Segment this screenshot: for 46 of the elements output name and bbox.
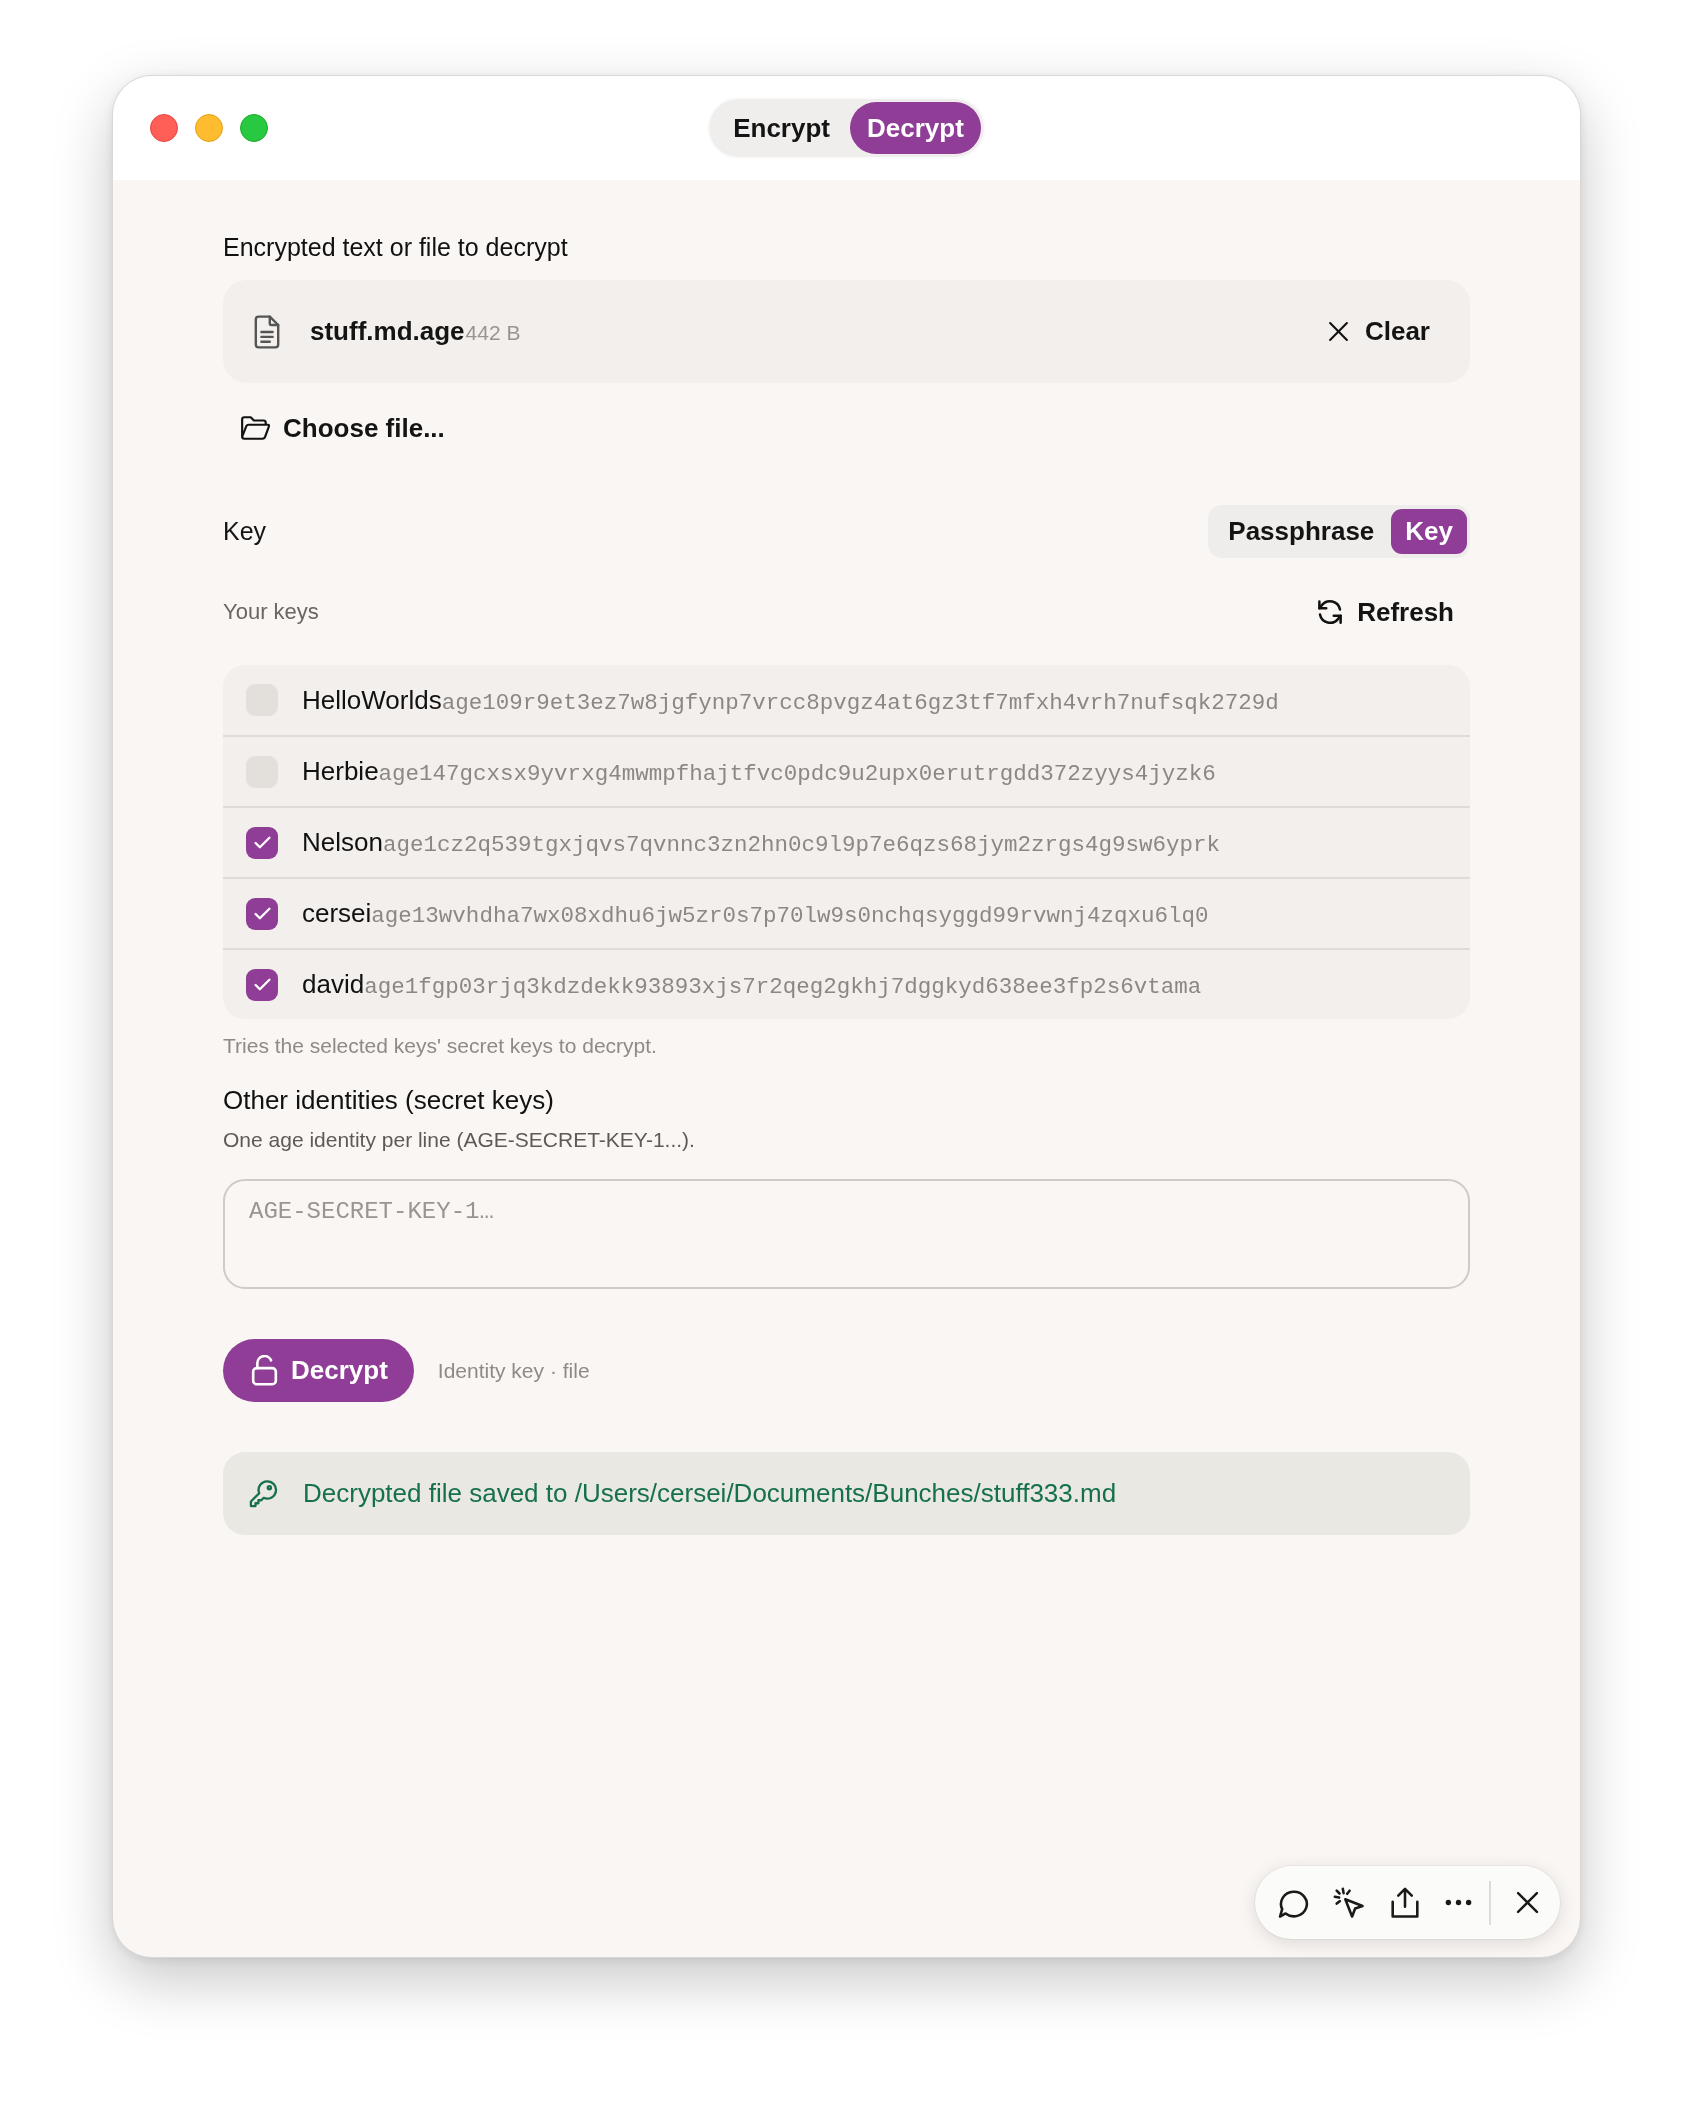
key-method-tab[interactable]: Passphrase [1211,509,1392,554]
cursor-sparkle-icon[interactable] [1333,1886,1365,1919]
helper-text: One age identity per line (AGE-SECRET-KEY-1...). [223,1127,696,1153]
refresh-button[interactable]: Refresh [1299,590,1470,634]
checkbox[interactable] [246,897,278,930]
identities-field[interactable]: AGE-SECRET-KEY-1… [223,1179,1470,1289]
public-key: age109r9et3ez7w8jgfynp7vrcc8pvgz4at6gz3tf7mfxh4vrh7nufsqk2729d [441,689,1279,716]
key-name: cersei [302,898,372,929]
key-name: Nelson [302,827,383,858]
section-label: Other identities (secret keys) [223,1084,555,1116]
mode-tab[interactable]: Decrypt [850,102,981,154]
your-keys-label: Your keys [223,599,319,625]
helper-text: Tries the selected keys' secret keys to decrypt. [223,1033,658,1059]
key-icon [248,1478,278,1509]
key-name: david [302,969,365,1000]
decrypt-button[interactable]: Decrypt [223,1339,414,1402]
more-icon[interactable] [1445,1899,1472,1906]
checkbox[interactable] [246,968,278,1001]
key-name: Herbie [302,756,379,787]
decrypt-summary: Identity key · file [437,1358,590,1383]
public-key: age1cz2q539tgxjqvs7qvnnc3zn2hn0c9l9p7e6qzs68jym2zrgs4g9sw6yprk [382,832,1221,858]
key-method-tab[interactable]: Key [1391,509,1467,554]
choose-file-button[interactable]: Choose file... [223,406,457,450]
public-key: age147gcxsx9yvrxg4mwmpfhajtfvc0pdc9u2upx0erutrgdd372zyys4jyzk6 [378,761,1216,787]
checkmark-icon [253,978,271,991]
clear-button[interactable]: Clear [1317,308,1440,355]
section-label: Encrypted text or file to decrypt [223,232,569,263]
status-message: Decrypted file saved to /Users/cersei/Documents/Bunches/stuff333.md [303,1478,1117,1509]
checkmark-icon [253,907,271,920]
window-zoom-icon[interactable] [240,114,268,142]
folder-icon [240,416,270,440]
close-icon[interactable] [1516,1891,1539,1914]
public-key: age13wvhdha7wx08xdhu6jw5zr0s7p70lw9s0nchqsyggd99rvwnj4zqxu6lq0 [371,903,1209,929]
public-key: age1fgp03rjq3kdzdekk93893xjs7r2qeg2gkhj7dggkyd638ee3fp2s6vtama [364,974,1202,1000]
checkbox[interactable] [246,826,278,859]
checkmark-icon [253,836,271,849]
file-name: stuff.md.age [310,316,465,347]
close-icon [1327,321,1349,342]
document-icon [253,314,281,349]
share-icon[interactable] [1389,1886,1421,1919]
window-close-icon[interactable] [150,114,178,142]
file-size: 442 B [465,321,521,345]
unlocked-padlock-icon [251,1355,278,1386]
key-name: HelloWorlds [302,684,442,716]
section-label: Key [223,517,267,546]
mode-tab[interactable]: Encrypt [713,102,850,154]
